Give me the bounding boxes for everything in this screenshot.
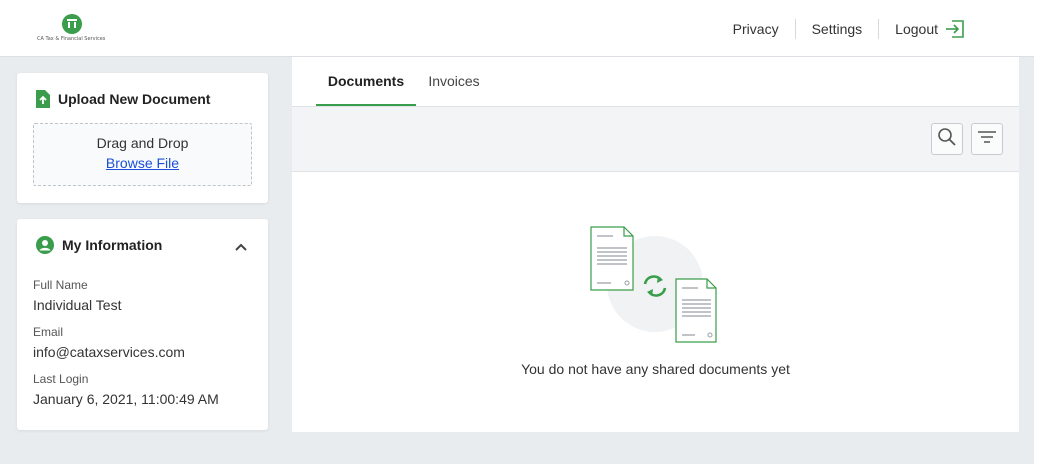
- upload-title-text: Upload New Document: [58, 91, 211, 107]
- my-information-card: My Information Full Name Individual Test…: [17, 219, 268, 430]
- logo-text: CA Tax & Financial Services: [37, 36, 106, 42]
- search-button[interactable]: [931, 123, 963, 155]
- email-value: info@cataxservices.com: [33, 344, 185, 360]
- upload-title: Upload New Document: [36, 90, 210, 108]
- tab-invoices[interactable]: Invoices: [416, 57, 492, 106]
- tab-bar: Documents Invoices: [292, 57, 1019, 107]
- browse-file-link[interactable]: Browse File: [106, 155, 179, 171]
- drop-zone-text: Drag and Drop: [96, 135, 189, 151]
- drop-zone[interactable]: Drag and Drop Browse File: [33, 123, 252, 186]
- documents-panel: Documents Invoices You do not have any s…: [292, 57, 1019, 432]
- nav-privacy-link[interactable]: Privacy: [717, 19, 795, 39]
- filter-icon: [977, 129, 997, 150]
- full-name-value: Individual Test: [33, 297, 122, 313]
- logout-icon: [944, 19, 966, 39]
- nav-settings-label: Settings: [811, 20, 863, 37]
- tab-documents[interactable]: Documents: [316, 57, 416, 106]
- nav-privacy-label: Privacy: [732, 20, 779, 37]
- info-title-text: My Information: [62, 237, 163, 253]
- search-icon: [937, 127, 957, 152]
- last-login-value: January 6, 2021, 11:00:49 AM: [33, 391, 219, 407]
- chevron-up-icon[interactable]: [234, 239, 248, 251]
- upload-file-icon: [36, 90, 50, 108]
- user-circle-icon: [36, 236, 54, 254]
- top-header: CA Tax & Financial Services Privacy Sett…: [0, 0, 1037, 57]
- upload-card: Upload New Document Drag and Drop Browse…: [17, 73, 268, 203]
- nav-logout-link[interactable]: Logout: [878, 18, 982, 39]
- empty-documents-illustration: [587, 222, 727, 347]
- header-nav: Privacy Settings Logout: [717, 0, 982, 57]
- email-label: Email: [33, 325, 64, 339]
- documents-toolbar: [292, 107, 1019, 172]
- empty-state-message: You do not have any shared documents yet: [521, 361, 790, 377]
- logo-mark: [62, 14, 82, 34]
- full-name-label: Full Name: [33, 278, 88, 292]
- last-login-label: Last Login: [33, 372, 89, 386]
- filter-button[interactable]: [971, 123, 1003, 155]
- company-logo[interactable]: CA Tax & Financial Services: [34, 14, 106, 44]
- nav-logout-label: Logout: [895, 20, 938, 37]
- info-title: My Information: [36, 236, 162, 254]
- nav-settings-link[interactable]: Settings: [794, 18, 879, 39]
